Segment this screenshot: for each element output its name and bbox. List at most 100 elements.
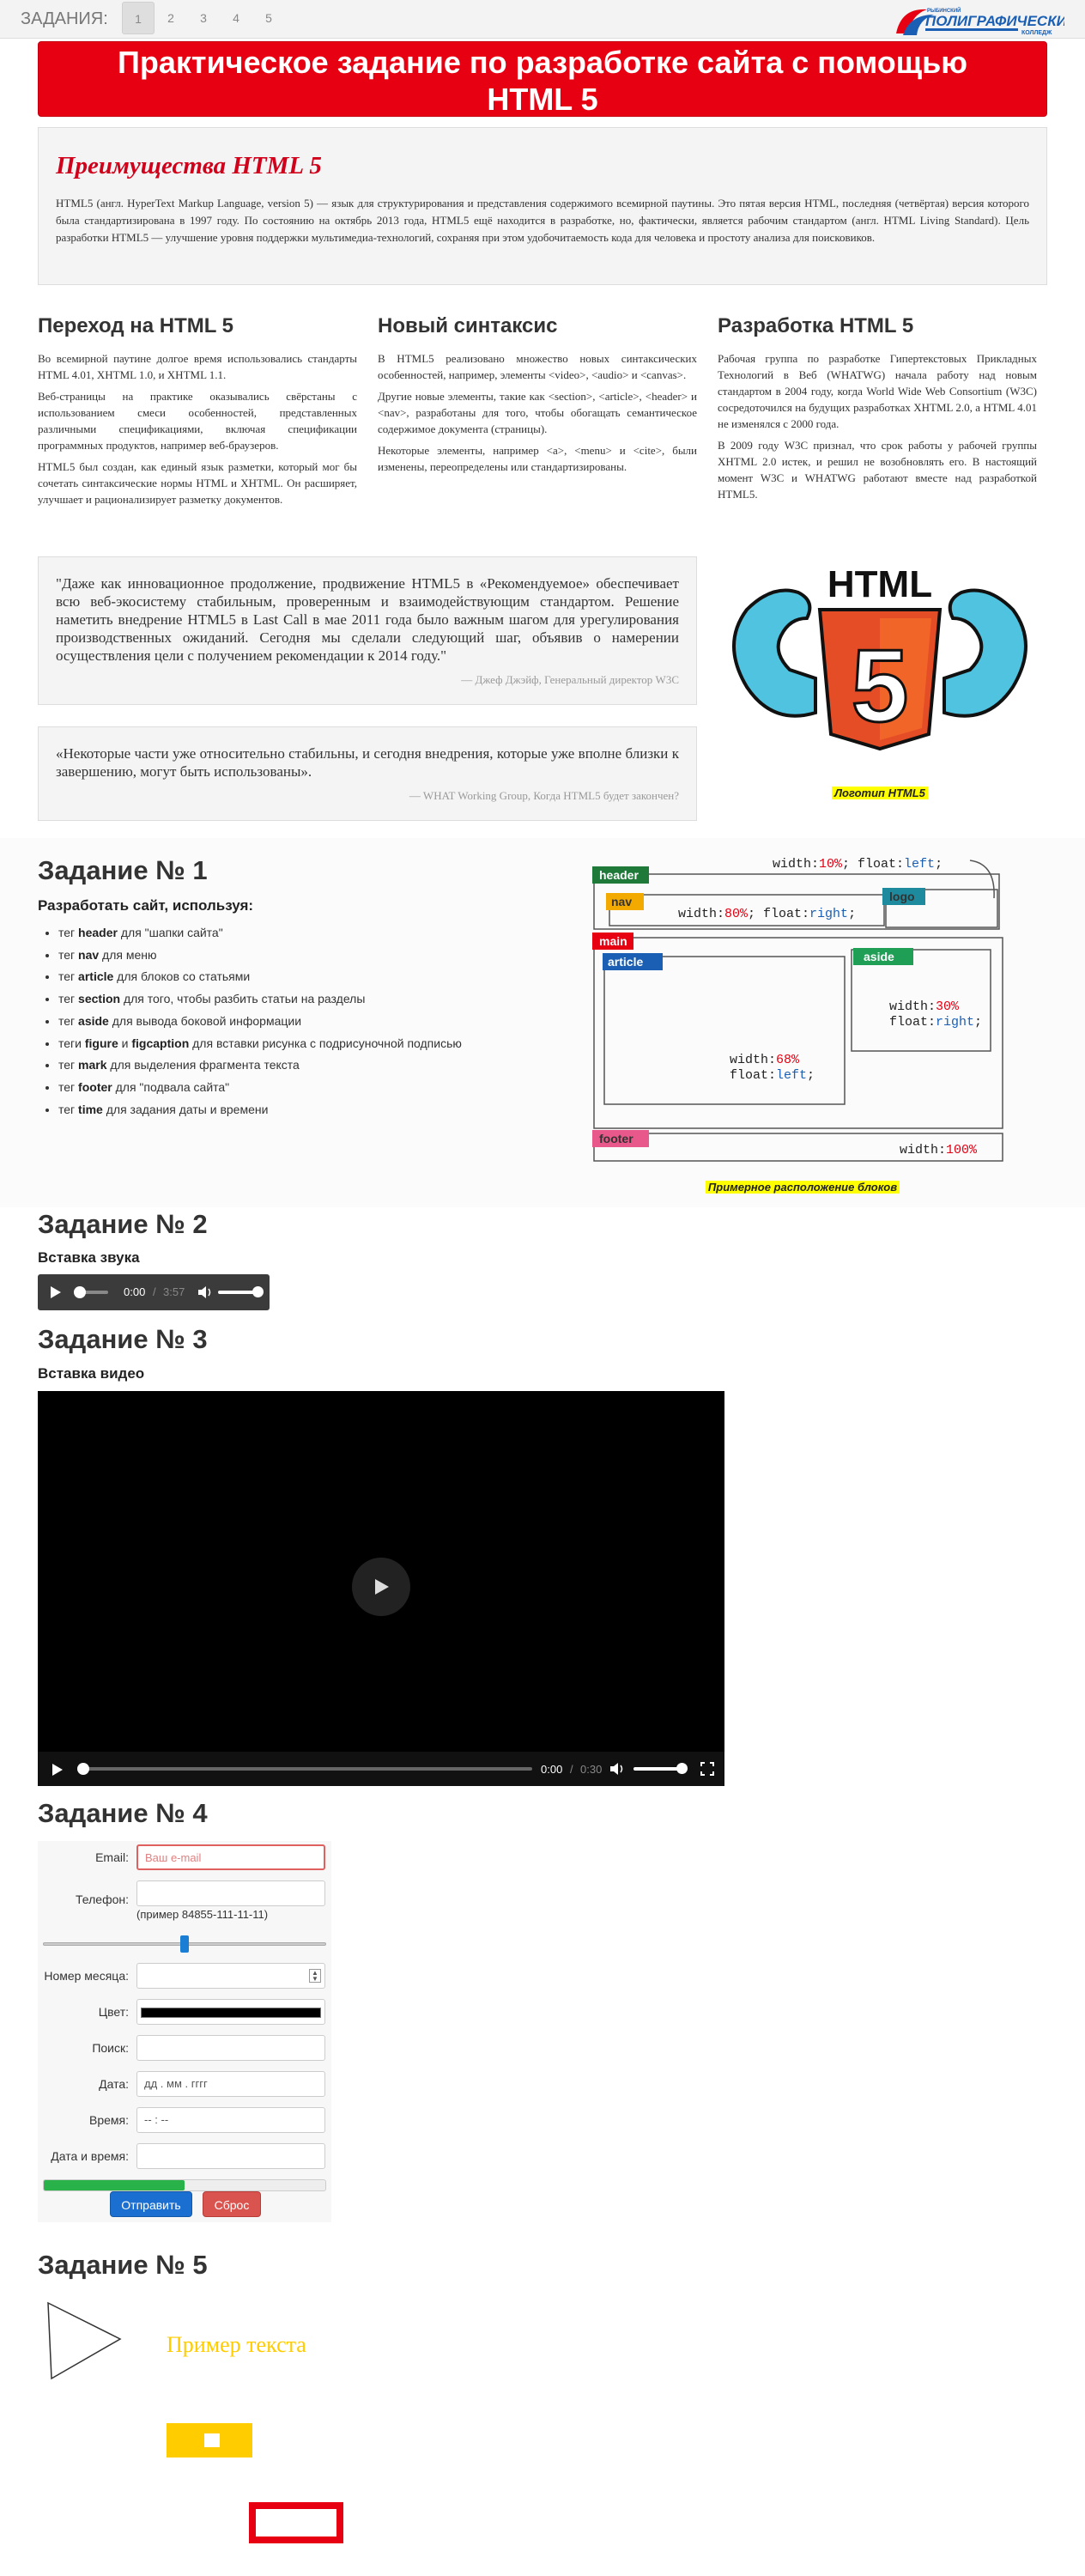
html5-logo-image: HTML 5 <box>732 563 1027 751</box>
layout-diagram: header nav logo main article aside foote… <box>592 855 1013 1194</box>
column-paragraph: Некоторые элементы, например <a>, <menu>… <box>378 444 697 473</box>
advantages-panel: Преимущества HTML 5 HTML5 (англ. HyperTe… <box>38 127 1047 285</box>
search-field[interactable] <box>136 2035 325 2061</box>
color-picker[interactable] <box>136 1999 325 2025</box>
page-link-2[interactable]: 2 <box>155 2 187 34</box>
pagination: 1 2 3 4 5 <box>122 2 285 34</box>
page-link-4[interactable]: 4 <box>220 2 252 34</box>
html5-logo-digit: 5 <box>852 629 909 744</box>
column-title: Переход на HTML 5 <box>38 314 234 337</box>
list-item: тег footer для "подвала сайта" <box>58 1077 462 1099</box>
volume-icon[interactable] <box>197 1285 213 1299</box>
volume-icon[interactable] <box>609 1762 625 1776</box>
column-paragraph: Веб-страницы на практике оказывались свё… <box>38 390 357 452</box>
video-volume-thumb[interactable] <box>676 1763 688 1774</box>
video-big-play-button[interactable] <box>352 1558 410 1616</box>
phone-hint: (пример 84855-111-11-11) <box>136 1908 269 1921</box>
diagram-header-tag: header <box>599 868 639 882</box>
page-link-5[interactable]: 5 <box>252 2 285 34</box>
college-logo[interactable]: РЫБИНСКИЙ ПОЛИГРАФИЧЕСКИЙ КОЛЛЕДЖ <box>893 3 1078 37</box>
progress-bar <box>43 2179 326 2191</box>
column-syntax: Новый синтаксис В HTML5 реализовано множ… <box>378 314 697 480</box>
color-label: Цвет: <box>98 2005 129 2019</box>
page-header: Практическое задание по разработке сайта… <box>38 41 1047 117</box>
date-field[interactable]: дд . мм . гггг <box>136 2071 325 2097</box>
diagram-footer-tag: footer <box>599 1132 633 1145</box>
task1-subtitle: Разработать сайт, используя: <box>38 897 254 914</box>
datetime-field[interactable] <box>136 2143 325 2169</box>
list-item: тег header для "шапки сайта" <box>58 922 462 945</box>
submit-button[interactable]: Отправить <box>110 2191 192 2217</box>
list-item: теги figure и figcaption для вставки рис… <box>58 1033 462 1055</box>
audio-volume-thumb[interactable] <box>252 1286 264 1297</box>
column-title: Разработка HTML 5 <box>718 314 914 337</box>
html5-logo-text: HTML <box>827 563 932 605</box>
phone-label: Телефон: <box>76 1893 129 1906</box>
list-item: тег section для того, чтобы разбить стат… <box>58 988 462 1011</box>
diagram-main-tag: main <box>599 934 627 948</box>
task3-subtitle: Вставка видео <box>38 1365 145 1382</box>
red-outline-box <box>249 2502 343 2543</box>
list-item: тег nav для меню <box>58 945 462 967</box>
yellow-block <box>167 2423 252 2458</box>
column-transition: Переход на HTML 5 Во всемирной паутине д… <box>38 314 357 513</box>
play-icon[interactable] <box>50 1285 62 1299</box>
month-label: Номер месяца: <box>44 1969 129 1983</box>
advantages-title: Преимущества HTML 5 <box>56 152 322 179</box>
column-paragraph: В 2009 году W3C признал, что срок работы… <box>718 439 1037 501</box>
video-progress-track[interactable] <box>79 1767 532 1771</box>
time-label: Время: <box>88 2113 129 2127</box>
quote-text: "Даже как инновационное продолжение, про… <box>56 575 679 664</box>
datetime-label: Дата и время: <box>51 2149 129 2163</box>
tasks-label: ЗАДАНИЯ: <box>21 9 108 28</box>
date-label: Дата: <box>99 2077 129 2091</box>
diagram-caption: Примерное расположение блоков <box>705 1181 900 1194</box>
quote-w3c: "Даже как инновационное продолжение, про… <box>38 556 697 705</box>
phone-field[interactable] <box>136 1880 325 1906</box>
task2-subtitle: Вставка звука <box>38 1249 140 1266</box>
task3-title: Задание № 3 <box>38 1324 208 1354</box>
month-number-field[interactable]: ▲ ▼ <box>136 1963 325 1989</box>
page-title-line1: Практическое задание по разработке сайта… <box>118 45 967 80</box>
page-title-line2: HTML 5 <box>487 82 598 117</box>
email-field[interactable]: Ваш e-mail <box>136 1844 325 1870</box>
video-volume-slider[interactable] <box>633 1767 682 1771</box>
number-spinner-icon[interactable]: ▲ ▼ <box>309 1969 321 1983</box>
diagram-aside-css-2: float:right; <box>889 1015 982 1030</box>
page-link-3[interactable]: 3 <box>187 2 220 34</box>
top-navbar: ЗАДАНИЯ: 1 2 3 4 5 РЫБИНСКИЙ ПОЛИГРАФИЧЕ… <box>0 0 1085 39</box>
video-player[interactable]: 0:00 / 0:30 <box>38 1391 724 1786</box>
time-field[interactable]: -- : -- <box>136 2107 325 2133</box>
column-paragraph: В HTML5 реализовано множество новых синт… <box>378 352 697 381</box>
audio-current-time: 0:00 <box>124 1285 146 1298</box>
audio-player[interactable]: 0:00 / 3:57 <box>38 1274 270 1310</box>
list-item: тег mark для выделения фрагмента текста <box>58 1054 462 1077</box>
task2-title: Задание № 2 <box>38 1209 208 1239</box>
quote-author: — WHAT Working Group, Когда HTML5 будет … <box>409 789 679 802</box>
range-slider-thumb[interactable] <box>180 1935 189 1953</box>
diagram-article-tag: article <box>608 955 643 969</box>
quote-whatwg: «Некоторые части уже относительно стабил… <box>38 726 697 821</box>
video-separator: / <box>570 1763 573 1776</box>
column-paragraph: Рабочая группа по разработке Гипертексто… <box>718 352 1037 430</box>
white-square <box>204 2433 220 2447</box>
play-icon[interactable] <box>52 1763 64 1777</box>
svg-text:КОЛЛЕДЖ: КОЛЛЕДЖ <box>1021 30 1052 36</box>
fullscreen-icon[interactable] <box>700 1762 714 1776</box>
task4-form: Email: Ваш e-mail Телефон: (пример 84855… <box>38 1841 331 2222</box>
video-progress-thumb[interactable] <box>77 1763 89 1775</box>
diagram-article-css-1: width:68% <box>730 1053 800 1067</box>
reset-button[interactable]: Сброс <box>203 2191 261 2217</box>
html5-logo-caption: Логотип HTML5 <box>832 787 928 799</box>
audio-separator: / <box>153 1285 156 1298</box>
task1-title: Задание № 1 <box>38 855 208 885</box>
video-duration: 0:30 <box>580 1763 603 1776</box>
search-label: Поиск: <box>92 2041 129 2055</box>
diagram-article-css-2: float:left; <box>730 1068 815 1083</box>
play-icon <box>375 1579 389 1595</box>
video-current-time: 0:00 <box>541 1763 563 1776</box>
column-paragraph: Другие новые элементы, такие как <sectio… <box>378 390 697 435</box>
page-link-1[interactable]: 1 <box>122 2 155 34</box>
diagram-aside-tag: aside <box>864 950 894 963</box>
audio-progress-thumb[interactable] <box>74 1286 86 1298</box>
